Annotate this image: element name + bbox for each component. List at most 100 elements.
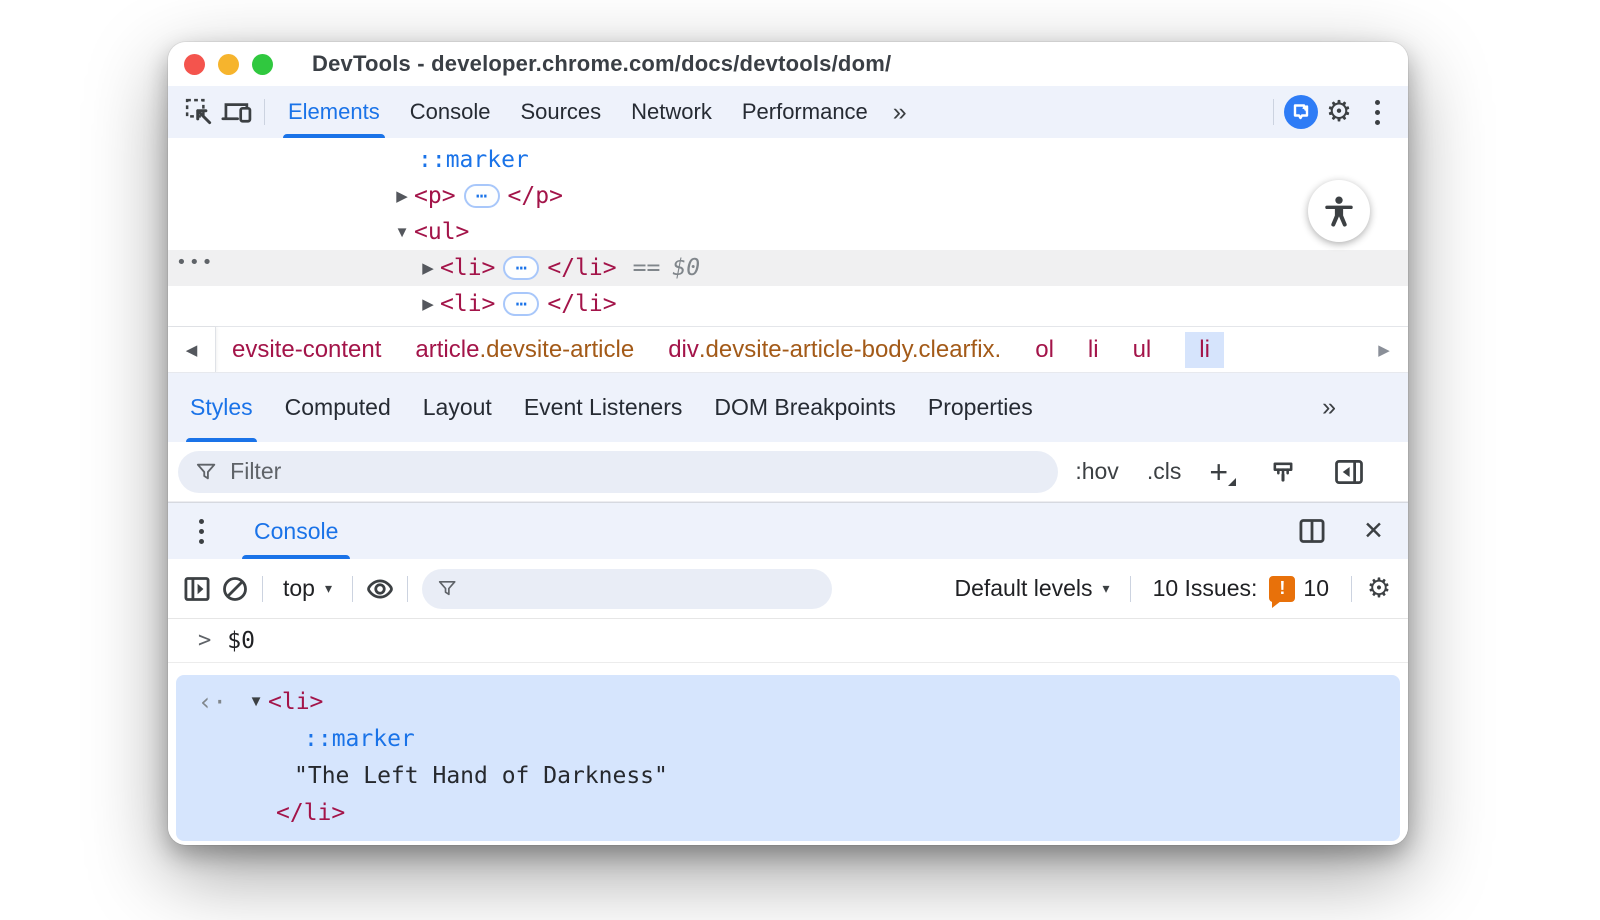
tab-event-listeners[interactable]: Event Listeners [508,373,699,442]
console-toolbar: top ▾ Default levels ▾ 10 Issues: ! 10 ⚙ [168,559,1408,619]
returned-value-icon: ‹· [198,687,227,716]
split-panel-icon[interactable] [1293,512,1331,550]
close-window-button[interactable] [184,53,205,75]
console-filter-field[interactable] [422,568,833,609]
console-filter-input[interactable] [468,575,817,602]
drawer-header: Console ✕ [168,502,1408,559]
expand-arrow-icon[interactable]: ▶ [416,259,440,277]
breadcrumb-item-ul[interactable]: ul [1133,332,1152,368]
titlebar: DevTools - developer.chrome.com/docs/dev… [168,42,1408,86]
console-command-row: > $0 [168,619,1408,663]
breadcrumb-items: evsite-content article .devsite-article d… [216,327,1224,372]
inspect-element-icon[interactable] [180,93,218,131]
window-title: DevTools - developer.chrome.com/docs/dev… [312,51,892,76]
tab-styles[interactable]: Styles [174,373,269,442]
console-command: $0 [227,627,255,654]
drawer-tab-console[interactable]: Console [241,503,351,559]
toggle-sidebar-panel-icon[interactable] [1330,453,1368,491]
live-expression-eye-icon[interactable] [361,570,399,608]
breadcrumb-item-li[interactable]: li [1088,332,1099,368]
tab-network[interactable]: Network [616,86,727,138]
clear-console-icon[interactable] [216,570,254,608]
kebab-menu-icon[interactable] [1358,93,1396,131]
ai-assistance-circle [1284,95,1318,129]
more-sidebar-tabs-icon[interactable]: » [1312,393,1346,422]
chevron-down-icon: ▾ [324,580,333,596]
breadcrumb-item-ol[interactable]: ol [1035,332,1054,368]
main-toolbar: Elements Console Sources Network Perform… [168,86,1408,138]
console-prompt-icon: > [198,628,212,653]
expand-arrow-icon[interactable]: ▶ [416,295,440,313]
collapse-arrow-icon[interactable]: ▼ [244,693,268,710]
settings-gear-icon[interactable]: ⚙ [1320,93,1358,131]
breadcrumb-item-div[interactable]: div .devsite-article-body.clearfix. [668,332,1001,368]
chevron-down-icon: ▾ [1102,580,1110,596]
breadcrumb-item-article[interactable]: article .devsite-article [415,332,634,368]
console-toolbar-right: Default levels ▾ 10 Issues: ! 10 ⚙ [942,570,1398,608]
toggle-class-button[interactable]: .cls [1147,458,1182,485]
breadcrumb-item-li-selected[interactable]: li [1185,331,1224,368]
breadcrumb-item-devsite-content[interactable]: evsite-content [232,332,381,368]
breadcrumb: ◀ evsite-content article .devsite-article… [168,326,1408,372]
tab-dom-breakpoints[interactable]: DOM Breakpoints [698,373,912,442]
equals-sign: == [632,255,661,281]
issues-label: 10 Issues: [1152,575,1258,601]
tab-console[interactable]: Console [395,86,506,138]
execution-context-dropdown[interactable]: top ▾ [271,575,344,602]
tree-row-marker[interactable]: ::marker [168,142,1408,178]
tree-row-ul[interactable]: ▼ <ul> [168,214,1408,250]
drawer-header-actions: ✕ [1293,512,1384,550]
toolbar-divider [1351,575,1352,602]
tab-computed[interactable]: Computed [269,373,407,442]
devtools-window: DevTools - developer.chrome.com/docs/dev… [168,42,1408,845]
toolbar-divider [1129,575,1131,602]
tab-elements[interactable]: Elements [273,86,395,138]
tree-row-p[interactable]: ▶ <p> ⋯ </p> [168,178,1408,214]
collapsed-content-pill[interactable]: ⋯ [503,256,540,280]
drawer-kebab-menu-icon[interactable] [182,512,220,550]
rendering-emulation-brush-icon[interactable] [1264,453,1302,491]
toolbar-divider [407,575,409,602]
styles-filter-bar: :hov .cls + [168,442,1408,502]
toolbar-divider [264,99,265,125]
console-result-block: ‹· ▼ <li> ::marker "The Left Hand of Dar… [176,675,1400,841]
ai-assistance-icon[interactable] [1282,93,1320,131]
toggle-hover-state-button[interactable]: :hov [1075,458,1118,485]
result-line-li-open: ‹· ▼ <li> [198,687,324,716]
elements-tree: ::marker ▶ <p> ⋯ </p> ▼ <ul> ••• ▶ <li> ⋯ </li>… [168,138,1408,326]
collapsed-content-pill[interactable]: ⋯ [503,292,540,316]
more-tabs-icon[interactable]: » [883,98,917,127]
tab-sources[interactable]: Sources [505,86,616,138]
close-drawer-icon[interactable]: ✕ [1363,516,1384,546]
device-toolbar-icon[interactable] [218,93,256,131]
zoom-window-button[interactable] [252,53,273,75]
styles-filter-field[interactable] [178,450,1058,493]
tree-row-li-clipped[interactable]: ▶<li> [168,322,1408,326]
breadcrumb-scroll-left-icon[interactable]: ◀ [168,327,216,372]
expand-arrow-icon[interactable]: ▶ [390,187,414,205]
tab-properties[interactable]: Properties [912,373,1049,442]
accessibility-widget-button[interactable] [1308,180,1370,242]
row-gutter-dots: ••• [176,252,215,273]
breadcrumb-scroll-right-icon[interactable]: ▶ [1360,327,1408,372]
sidebar-tabs: Styles Computed Layout Event Listeners D… [168,372,1408,442]
tree-row-li[interactable]: ▶ <li> ⋯ </li> [168,286,1408,322]
collapse-arrow-icon[interactable]: ▼ [390,224,414,241]
panel-tabs: Elements Console Sources Network Perform… [273,86,883,138]
issues-counter[interactable]: 10 Issues: ! 10 [1139,575,1343,608]
filter-funnel-icon [196,463,216,479]
tab-performance[interactable]: Performance [727,86,883,138]
tab-layout[interactable]: Layout [407,373,508,442]
log-levels-dropdown[interactable]: Default levels ▾ [942,575,1121,602]
console-sidebar-icon[interactable] [178,570,216,608]
console-body: > $0 ‹· ▼ <li> ::marker "The Left Hand o… [168,619,1408,845]
toolbar-divider [262,575,263,602]
minimize-window-button[interactable] [218,53,239,75]
filter-funnel-icon [438,580,456,596]
tree-row-li-selected[interactable]: ••• ▶ <li> ⋯ </li> == $0 [168,250,1408,286]
collapsed-content-pill[interactable]: ⋯ [463,184,500,208]
styles-filter-input[interactable] [230,458,1040,485]
console-settings-gear-icon[interactable]: ⚙ [1360,570,1398,608]
stored-reference: $0 [672,255,701,281]
new-style-rule-icon[interactable]: + [1209,456,1236,488]
